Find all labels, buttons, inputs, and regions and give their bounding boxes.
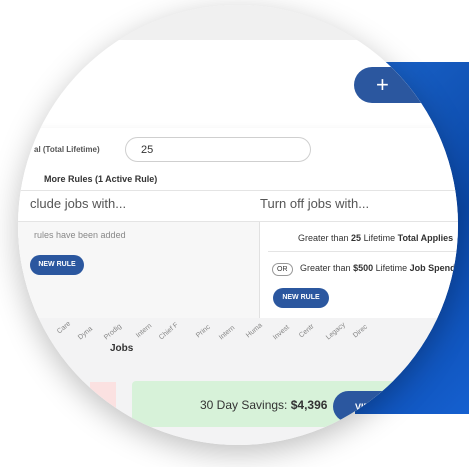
rule-divider: [268, 251, 458, 252]
turn-off-new-rule-button[interactable]: NEW RULE: [273, 288, 329, 308]
rule-metric: Job Spend: [409, 263, 456, 273]
more-rules-label: More Rules (1 Active Rule): [44, 174, 158, 184]
more-rules-toggle[interactable]: More Rules (1 Active Rule): [44, 174, 157, 184]
rule-prefix: Greater than: [300, 263, 351, 273]
rule-value: 25: [351, 233, 362, 243]
rule-scope: Lifetime: [363, 233, 396, 243]
turn-off-rule-row: OR Greater than $500 Lifetime Job Spend: [272, 263, 456, 276]
rule-metric: Total Applies: [397, 233, 454, 243]
rule-scope: Lifetime: [375, 263, 408, 273]
rule-prefix: Greater than: [298, 233, 349, 243]
status-card-pink: [90, 382, 116, 422]
or-connector-pill: OR: [272, 263, 293, 276]
add-button[interactable]: +: [354, 67, 444, 103]
chart-axis-area: [18, 318, 458, 370]
section-divider: [18, 190, 458, 191]
turn-off-jobs-header: Turn off jobs with...: [260, 196, 370, 211]
zoomed-content: + al (Total Lifetime) More Rules (1 Acti…: [18, 5, 458, 445]
rule-value-input[interactable]: [125, 137, 311, 162]
rule-value: $500: [353, 263, 374, 273]
savings-summary: 30 Day Savings: $4,396: [200, 398, 327, 412]
savings-label: 30 Day Savings:: [200, 398, 288, 412]
include-new-rule-button[interactable]: NEW RULE: [30, 255, 84, 275]
turn-off-rule-row: Greater than 25 Lifetime Total Applies: [298, 233, 453, 243]
savings-amount: $4,396: [290, 398, 328, 412]
view-savings-button[interactable]: VIEW: [333, 391, 413, 422]
zoom-magnifier: + al (Total Lifetime) More Rules (1 Acti…: [18, 5, 458, 445]
add-button-label: +: [376, 72, 389, 97]
include-empty-message: rules have been added: [34, 230, 126, 240]
rule-field-label: al (Total Lifetime): [34, 145, 100, 154]
include-jobs-header: clude jobs with...: [30, 196, 127, 211]
top-bar: [18, 5, 458, 40]
chart-axis-title: Jobs: [110, 343, 134, 354]
column-separator: [259, 222, 260, 318]
